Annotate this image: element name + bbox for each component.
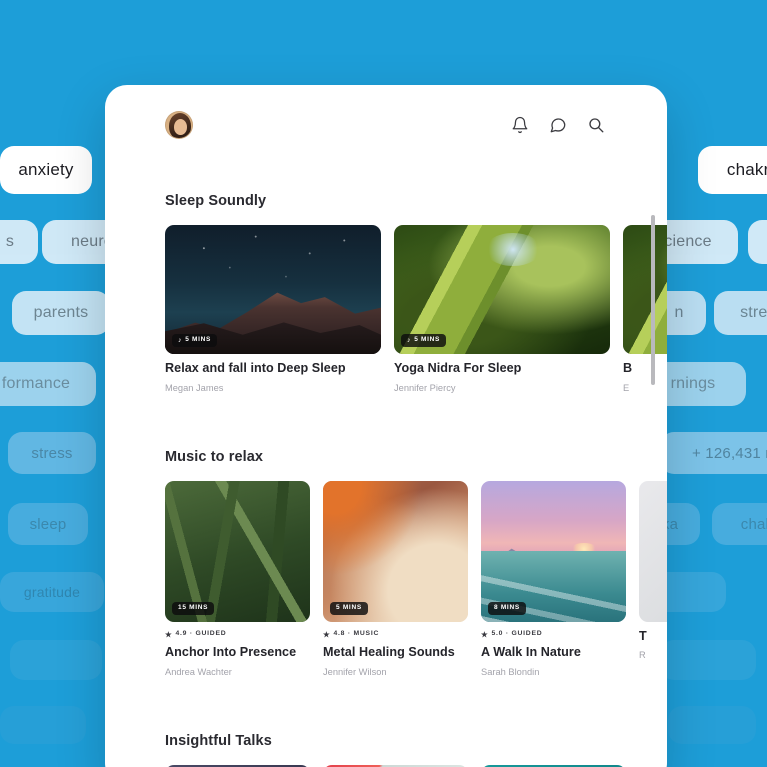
app-panel: Sleep Soundly ♪ 5 MINS Relax and fall into …	[105, 85, 667, 767]
card-title[interactable]: Yoga Nidra For Sleep	[394, 361, 610, 377]
content-card[interactable]: TR	[639, 480, 667, 677]
music-note-icon: ♪	[178, 337, 183, 344]
card-title[interactable]: Relax and fall into Deep Sleep	[165, 361, 381, 377]
background-tag-chip	[668, 706, 756, 744]
content-card[interactable]: ♪ 5 MINS Relax and fall into Deep Sleep Meg…	[165, 225, 381, 393]
card-thumbnail[interactable]: 15 MINS	[165, 480, 310, 622]
content-card[interactable]: 5 MINS ★ 4.8 · MUSIC Metal Healing Sounds Je…	[323, 480, 468, 677]
star-icon: ★	[165, 629, 173, 639]
sky-glow	[484, 232, 541, 267]
card-rating-meta: ★ 5.0 · GUIDED	[481, 629, 626, 639]
section-title: Sleep Soundly	[165, 193, 267, 209]
card-author: Megan James	[165, 382, 224, 393]
card-title[interactable]: B	[623, 361, 667, 377]
content-card[interactable]: BE	[623, 225, 667, 393]
thumbnail-art	[165, 480, 310, 622]
thumbnail-art	[639, 480, 667, 622]
card-thumbnail[interactable]: ♪ 5 MINS	[394, 225, 610, 354]
duration-label: 5 MINS	[185, 336, 212, 344]
app-header	[105, 85, 667, 165]
duration-badge: 8 MINS	[488, 602, 526, 615]
background-tag-chip	[0, 706, 86, 744]
bell-icon[interactable]	[511, 116, 529, 134]
section-title: Music to relax	[165, 448, 264, 465]
card-thumbnail[interactable]: 8 MINS	[481, 480, 626, 622]
card-author: Sarah Blondin	[481, 666, 540, 677]
card-rating-meta: ★ 4.8 · MUSIC	[323, 629, 468, 639]
avatar-face	[174, 119, 187, 135]
duration-badge: 5 MINS	[330, 602, 368, 615]
background-tag-chip	[660, 640, 756, 680]
card-title[interactable]: A Walk In Nature	[481, 645, 626, 661]
content-card[interactable]: 8 MINS ★ 5.0 · GUIDED A Walk In Nature Sarah…	[481, 480, 626, 677]
duration-badge: ♪ 5 MINS	[172, 334, 218, 347]
rating-label: 4.9 · GUIDED	[175, 630, 227, 638]
background-tag-chip: gratitude	[0, 572, 104, 612]
background-tag-chip: sleep	[8, 503, 88, 545]
card-author: Jennifer Wilson	[323, 666, 387, 677]
background-tag-chip: formance	[0, 362, 96, 406]
background-tag-chip: stress	[8, 432, 96, 474]
background-tag-chip	[748, 220, 767, 264]
rating-label: 5.0 · GUIDED	[491, 630, 543, 638]
background-tag-chip: anxiety	[0, 146, 92, 194]
thumbnail-art	[623, 225, 667, 354]
background-tag-chip: chak	[712, 503, 767, 545]
content-section: Music to relax 15 MINS ★ 4.9 · GUIDED Anchor…	[165, 393, 667, 677]
screenshot-stage: anxietychakrasneurocienceparentsnstressf…	[0, 0, 767, 767]
thumbnail-art	[323, 480, 468, 622]
card-thumbnail[interactable]	[623, 225, 667, 354]
card-title[interactable]: Metal Healing Sounds	[323, 645, 468, 661]
card-author: Jennifer Piercy	[394, 382, 456, 393]
background-tag-chip: chakra	[698, 146, 767, 194]
star-icon: ★	[323, 629, 331, 639]
content-section: Insightful Talks	[165, 677, 667, 767]
rating-label: 4.8 · MUSIC	[333, 630, 380, 638]
header-icon-group	[511, 116, 605, 134]
content-section: Sleep Soundly ♪ 5 MINS Relax and fall into …	[165, 165, 667, 393]
card-title[interactable]: Anchor Into Presence	[165, 645, 310, 661]
background-tag-chip	[10, 640, 102, 680]
background-tag-chip: s	[0, 220, 38, 264]
background-tag-chip: parents	[12, 291, 110, 335]
chat-icon[interactable]	[549, 116, 567, 134]
card-rating-meta: ★ 4.9 · GUIDED	[165, 629, 310, 639]
duration-badge: ♪ 5 MINS	[401, 334, 447, 347]
card-author: E	[623, 382, 630, 393]
music-note-icon: ♪	[407, 337, 412, 344]
duration-label: 8 MINS	[494, 604, 520, 612]
card-row[interactable]: ♪ 5 MINS Relax and fall into Deep Sleep Meg…	[165, 225, 667, 393]
vertical-scrollbar[interactable]	[651, 215, 655, 385]
content-card[interactable]: ♪ 5 MINS Yoga Nidra For Sleep Jennifer Pier…	[394, 225, 610, 393]
thumbnail-art	[481, 480, 626, 622]
background-tag-chip: + 126,431 m	[660, 432, 767, 474]
avatar[interactable]	[165, 111, 193, 139]
duration-label: 5 MINS	[414, 336, 441, 344]
card-author: R	[639, 650, 646, 661]
card-thumbnail[interactable]	[639, 480, 667, 622]
search-icon[interactable]	[587, 116, 605, 134]
section-title: Insightful Talks	[165, 732, 272, 749]
duration-label: 15 MINS	[178, 604, 209, 612]
content-card[interactable]: 15 MINS ★ 4.9 · GUIDED Anchor Into Presence…	[165, 480, 310, 677]
card-thumbnail[interactable]: ♪ 5 MINS	[165, 225, 381, 354]
card-author: Andrea Wachter	[165, 666, 232, 677]
card-row[interactable]: 15 MINS ★ 4.9 · GUIDED Anchor Into Presence…	[165, 480, 667, 677]
app-scroll-body[interactable]: Sleep Soundly ♪ 5 MINS Relax and fall into …	[105, 165, 667, 767]
star-icon: ★	[481, 629, 489, 639]
card-thumbnail[interactable]: 5 MINS	[323, 480, 468, 622]
duration-badge: 15 MINS	[172, 602, 215, 615]
duration-label: 5 MINS	[336, 604, 362, 612]
card-title[interactable]: T	[639, 629, 667, 645]
background-tag-chip: stress	[714, 291, 767, 335]
